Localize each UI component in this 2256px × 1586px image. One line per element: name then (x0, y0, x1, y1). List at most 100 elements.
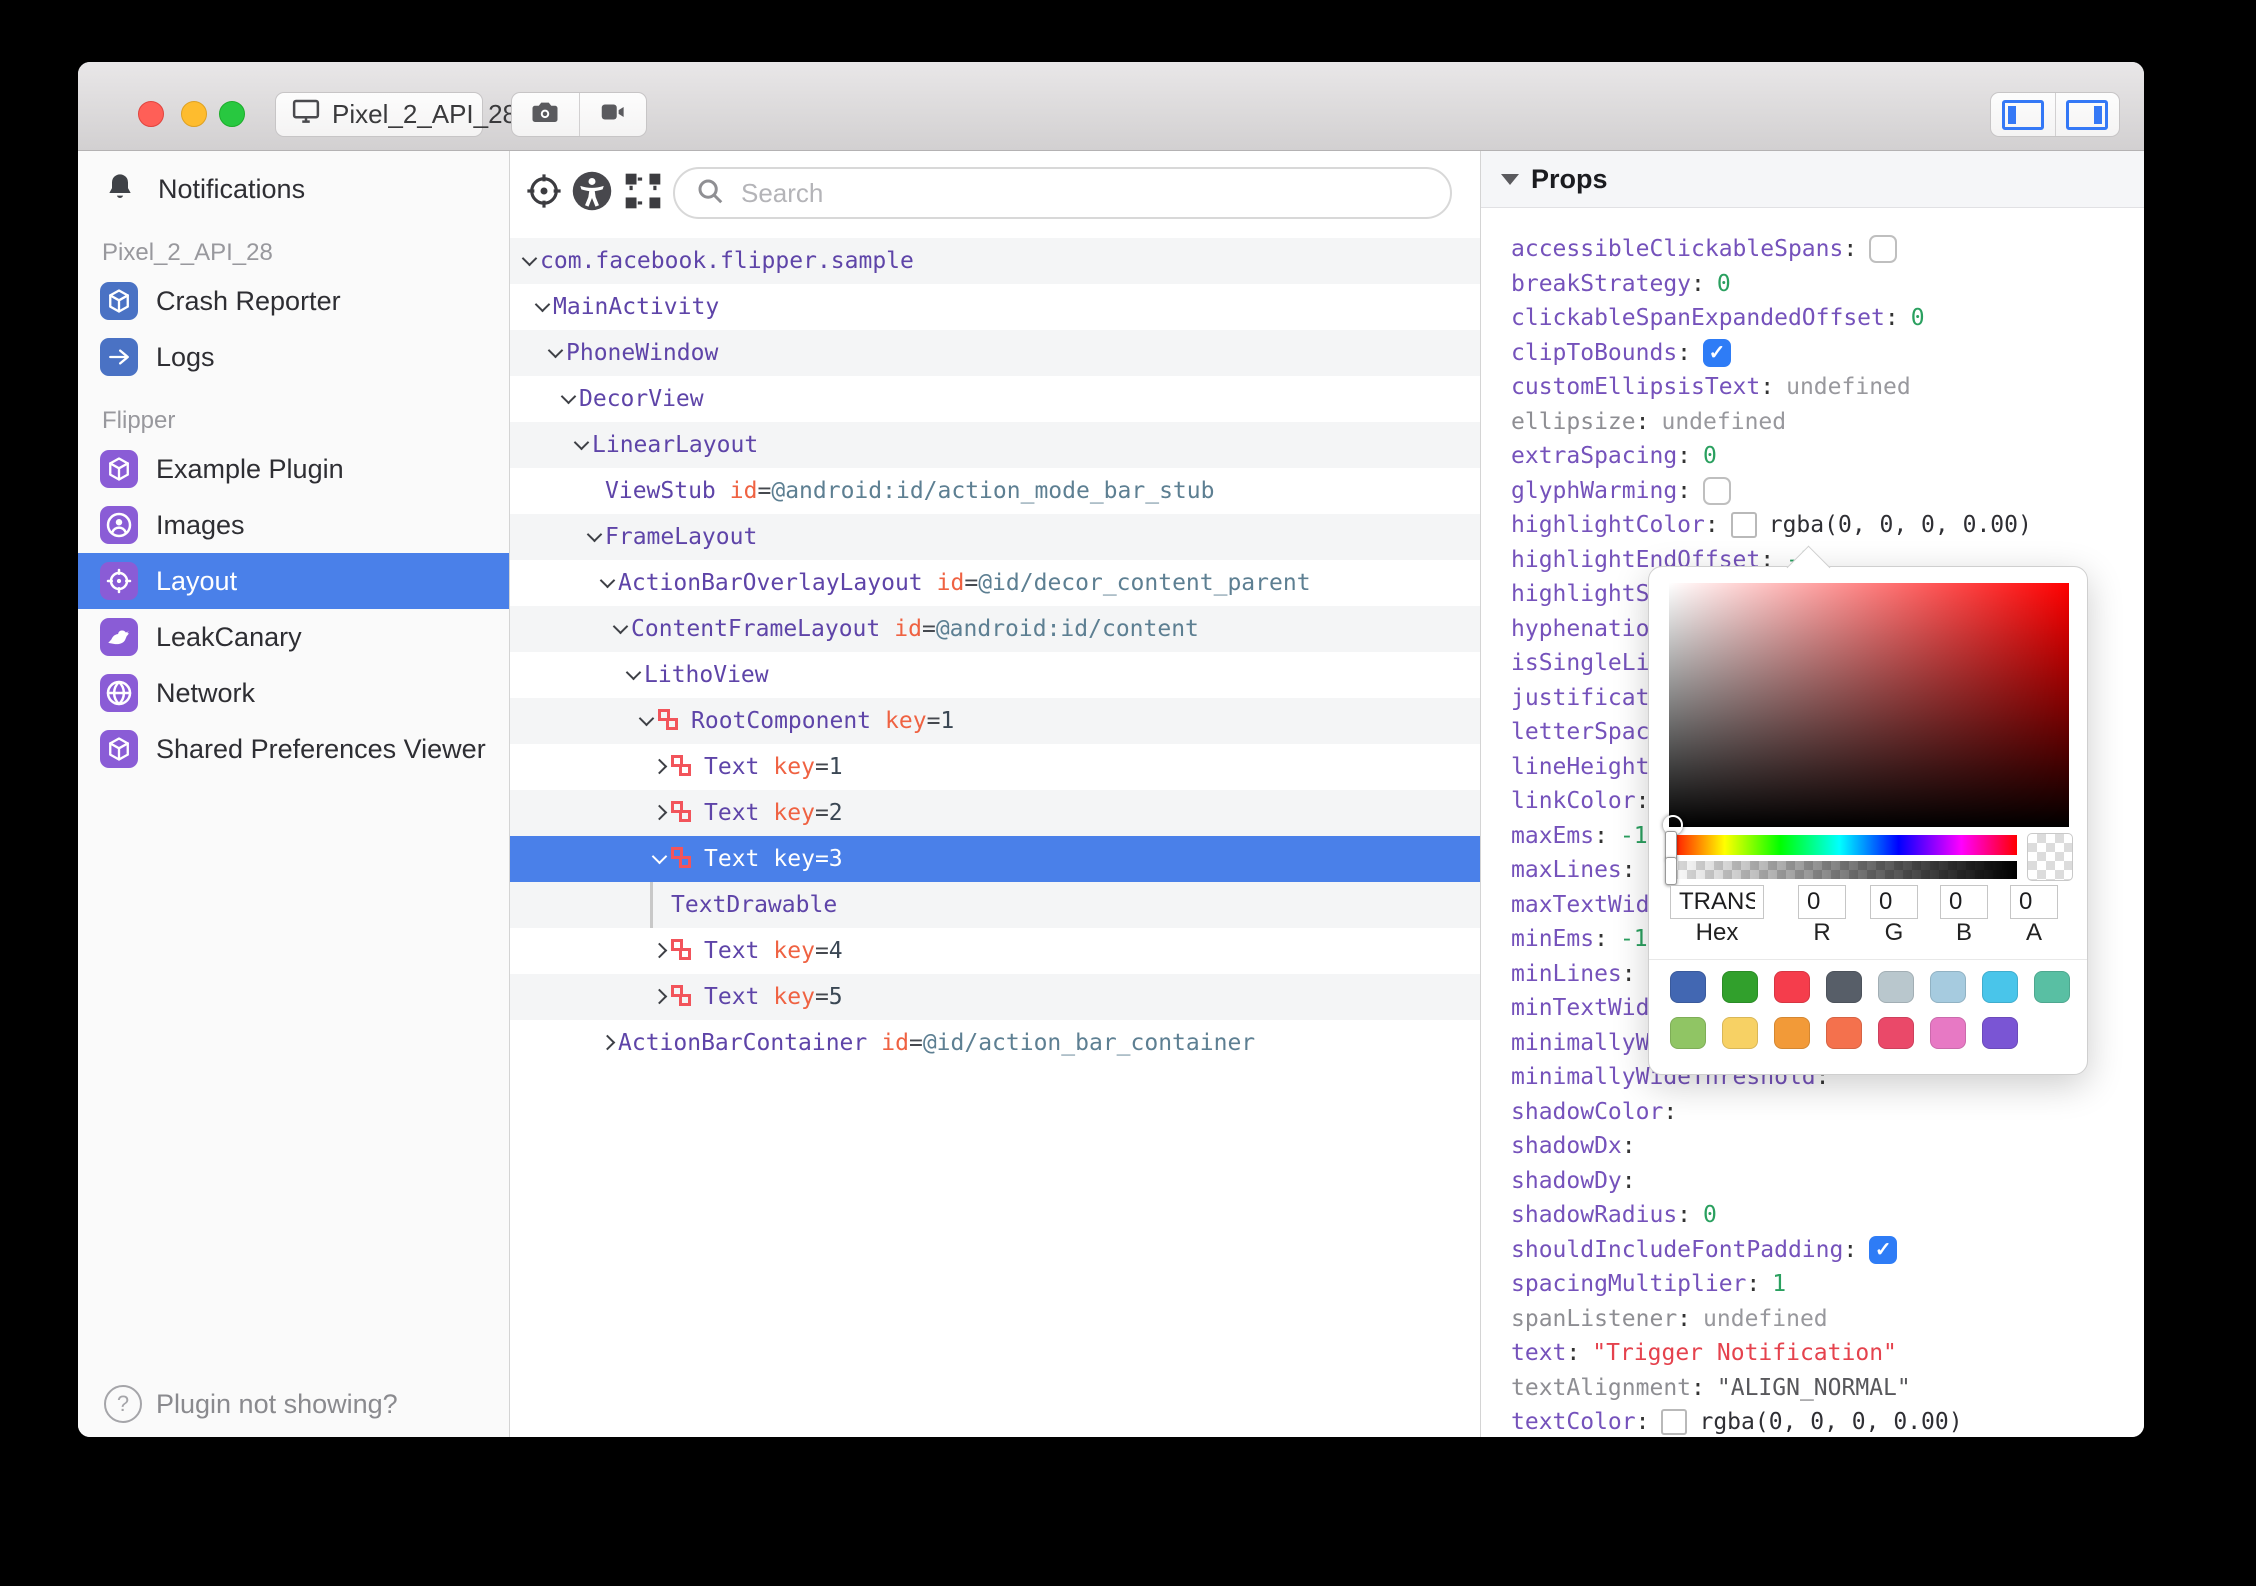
sidebar-item-shared-preferences-viewer[interactable]: Shared Preferences Viewer (78, 721, 509, 777)
chevron-down-icon[interactable] (533, 297, 553, 317)
tree-row-text-4[interactable]: Text key = 4 (510, 928, 1480, 974)
tree-node-attr-key: key (773, 800, 815, 826)
sidebar-item-crash-reporter[interactable]: Crash Reporter (78, 273, 509, 329)
sidebar-item-layout[interactable]: Layout (78, 553, 509, 609)
chevron-down-icon[interactable] (572, 435, 592, 455)
tree-node-name: com.facebook.flipper.sample (540, 248, 914, 274)
red-input[interactable] (1798, 885, 1846, 919)
props-header[interactable]: Props (1481, 151, 2144, 208)
tree-node-name: Text (704, 938, 760, 964)
hex-input[interactable] (1670, 885, 1764, 919)
preset-swatch-f7d164[interactable] (1722, 1017, 1758, 1049)
chevron-down-icon[interactable] (598, 573, 618, 593)
chevron-right-icon[interactable] (650, 987, 670, 1007)
sidebar-item-images[interactable]: Images (78, 497, 509, 553)
target-mode-button[interactable] (518, 167, 570, 219)
chevron-right-icon[interactable] (598, 1033, 618, 1053)
minimize-button[interactable] (181, 101, 207, 127)
alpha-slider-handle[interactable] (1665, 857, 1677, 885)
tree-row-actionbarcontainer-idactionbarcontainer[interactable]: ActionBarContainer id = @id/action_bar_cont… (510, 1020, 1480, 1066)
tree-row-text-3[interactable]: Text key = 3 (510, 836, 1480, 882)
chevron-right-icon[interactable] (650, 757, 670, 777)
prop-colon: : (1691, 1374, 1705, 1401)
alpha-input[interactable] (2010, 885, 2058, 919)
tree-row-actionbaroverlaylayout-iddecorcontentparent[interactable]: ActionBarOverlayLayout id = @id/decor_conte… (510, 560, 1480, 606)
preset-swatch-f4714d[interactable] (1826, 1017, 1862, 1049)
sidebar-item-notifications[interactable]: Notifications (78, 161, 509, 217)
preset-swatch-49c5ea[interactable] (1982, 971, 2018, 1003)
device-selector-button[interactable]: Pixel_2_API_28 (275, 92, 517, 137)
tree-row-phonewindow[interactable]: PhoneWindow (510, 330, 1480, 376)
blue-label: B (1955, 919, 1972, 946)
preset-swatch-a6cbdf[interactable] (1930, 971, 1966, 1003)
tree-row-rootcomponent-1[interactable]: RootComponent key = 1 (510, 698, 1480, 744)
screenshot-button[interactable] (512, 93, 579, 136)
zoom-button[interactable] (219, 101, 245, 127)
tree-row-text-2[interactable]: Text key = 2 (510, 790, 1480, 836)
prop-key: shadowColor (1511, 1098, 1664, 1125)
prop-row-spanListener: spanListener: undefined (1481, 1302, 2144, 1337)
chevron-down-icon[interactable] (559, 389, 579, 409)
checkbox-checked[interactable]: ✓ (1869, 1235, 1898, 1264)
preset-swatch-4267b2[interactable] (1670, 971, 1706, 1003)
checkbox-checked[interactable]: ✓ (1703, 338, 1732, 367)
sidebar-item-example-plugin[interactable]: Example Plugin (78, 441, 509, 497)
tree-node-name: ContentFrameLayout (631, 616, 881, 642)
tree-row-linearlayout[interactable]: LinearLayout (510, 422, 1480, 468)
saturation-area[interactable] (1669, 583, 2069, 827)
chevron-down-icon[interactable] (624, 665, 644, 685)
chevron-down-icon[interactable] (637, 711, 657, 731)
checkbox-unchecked[interactable] (1703, 476, 1732, 505)
tree-row-com.facebook.flipper.sample[interactable]: com.facebook.flipper.sample (510, 238, 1480, 284)
tree-row-contentframelayout-androididcontent[interactable]: ContentFrameLayout id = @android:id/content (510, 606, 1480, 652)
chevron-down-icon[interactable] (650, 849, 670, 869)
search-input[interactable] (739, 176, 1430, 210)
prop-key: maxEms (1511, 822, 1595, 849)
preset-swatch-b9c7cd[interactable] (1878, 971, 1914, 1003)
toggle-right-sidebar-button[interactable] (2054, 93, 2120, 136)
tree-row-framelayout[interactable]: FrameLayout (510, 514, 1480, 560)
tree-row-mainactivity[interactable]: MainActivity (510, 284, 1480, 330)
hue-slider[interactable] (1669, 835, 2017, 855)
prop-row-ellipsize: ellipsize: undefined (1481, 405, 2144, 440)
color-swatch-button[interactable] (1661, 1409, 1688, 1436)
preset-swatch-575e68[interactable] (1826, 971, 1862, 1003)
toggle-left-sidebar-button[interactable] (1991, 93, 2055, 136)
select-frame-button[interactable] (617, 167, 669, 219)
preset-swatch-ea4969[interactable] (1878, 1017, 1914, 1049)
color-swatch-button[interactable] (1730, 512, 1757, 539)
tree-row-viewstub-androididactionmodebarstub[interactable]: ViewStub id = @android:id/action_mode_bar_s… (510, 468, 1480, 514)
chevron-down-icon[interactable] (546, 343, 566, 363)
chevron-right-icon[interactable] (650, 941, 670, 961)
plugin-help-link[interactable]: ? Plugin not showing? (78, 1378, 509, 1430)
accessibility-mode-button[interactable] (566, 167, 618, 219)
preset-swatch-f53d4c[interactable] (1774, 971, 1810, 1003)
tree-row-lithoview[interactable]: LithoView (510, 652, 1480, 698)
checkbox-unchecked[interactable] (1869, 235, 1898, 264)
alpha-slider[interactable] (1669, 861, 2017, 879)
tree-row-decorview[interactable]: DecorView (510, 376, 1480, 422)
screen-record-button[interactable] (578, 93, 647, 136)
sidebar-item-network[interactable]: Network (78, 665, 509, 721)
green-input[interactable] (1870, 885, 1918, 919)
tree-node-name: Text (704, 846, 760, 872)
preset-swatch-90c564[interactable] (1670, 1017, 1706, 1049)
preset-swatch-e779c4[interactable] (1930, 1017, 1966, 1049)
sidebar-item-leakcanary[interactable]: LeakCanary (78, 609, 509, 665)
tree-row-textdrawable[interactable]: TextDrawable (510, 882, 1480, 928)
tree-row-text-5[interactable]: Text key = 5 (510, 974, 1480, 1020)
chevron-down-icon[interactable] (611, 619, 631, 639)
chevron-down-icon[interactable] (520, 251, 540, 271)
preset-swatch-f29a38[interactable] (1774, 1017, 1810, 1049)
preset-swatch-7a55d4[interactable] (1982, 1017, 2018, 1049)
close-button[interactable] (138, 101, 164, 127)
arrow-right-icon (100, 338, 138, 376)
preset-swatch-59bfa3[interactable] (2034, 971, 2070, 1003)
preset-swatch-31a02c[interactable] (1722, 971, 1758, 1003)
chevron-down-icon[interactable] (585, 527, 605, 547)
chevron-right-icon[interactable] (650, 803, 670, 823)
sidebar-item-logs[interactable]: Logs (78, 329, 509, 385)
blue-input[interactable] (1940, 885, 1988, 919)
prop-value: undefined (1786, 374, 1911, 401)
tree-row-text-1[interactable]: Text key = 1 (510, 744, 1480, 790)
